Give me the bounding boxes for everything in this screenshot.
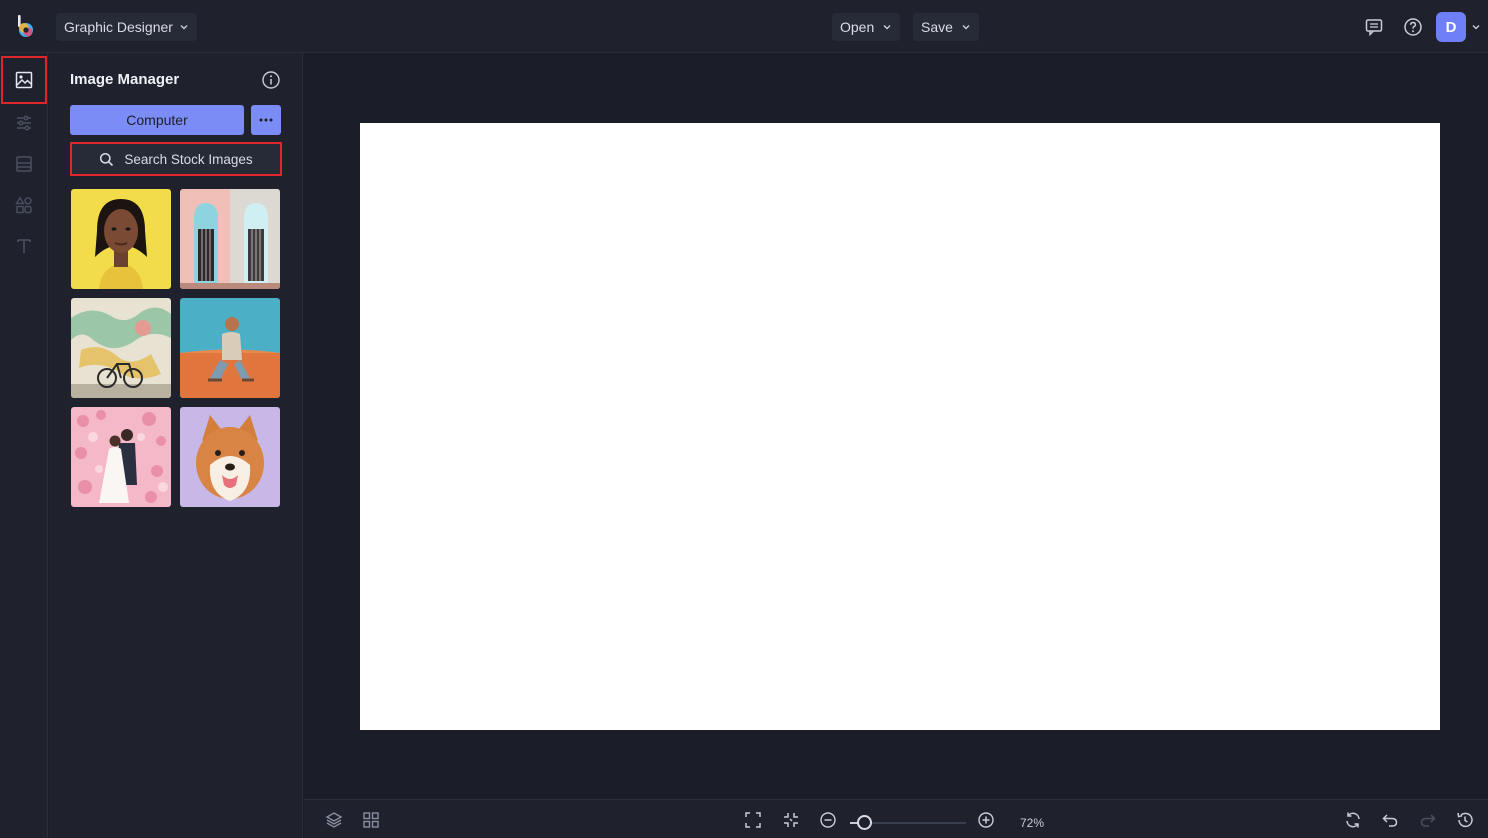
layout-icon [16, 156, 32, 172]
fit-to-screen-icon[interactable] [744, 811, 762, 829]
more-dots-icon [259, 118, 273, 122]
account-chevron-down-icon[interactable] [1471, 22, 1481, 32]
save-label: Save [921, 19, 953, 35]
sliders-icon [17, 115, 31, 131]
workspace [304, 53, 1488, 799]
thumbnail-wedding-couple[interactable] [71, 407, 171, 507]
avatar[interactable]: D [1436, 12, 1466, 42]
history-icon[interactable] [1456, 811, 1474, 829]
zoom-slider[interactable] [850, 815, 966, 830]
image-manager-panel: Image Manager Computer Search Stock Imag… [49, 53, 303, 838]
app-logo-icon[interactable] [12, 13, 38, 41]
rail-item-graphics[interactable] [4, 185, 44, 225]
zoom-level-label[interactable]: 72% [1020, 816, 1044, 830]
open-label: Open [840, 19, 875, 35]
panel-title: Image Manager [70, 71, 180, 88]
chevron-down-icon [962, 25, 970, 30]
rail-item-adjust[interactable] [4, 103, 44, 143]
layers-icon[interactable] [325, 811, 343, 829]
info-icon[interactable] [261, 70, 281, 90]
thumbnail-woman-portrait[interactable] [71, 189, 171, 289]
rail-item-image-manager[interactable] [1, 56, 47, 104]
rail-item-layout[interactable] [4, 144, 44, 184]
more-sources-button[interactable] [251, 105, 281, 135]
top-bar: Graphic Designer Open Save D [0, 0, 1488, 53]
zoom-slider-handle[interactable] [856, 815, 872, 830]
app-switcher-dropdown[interactable]: Graphic Designer [56, 13, 197, 41]
chevron-down-icon [180, 25, 188, 30]
text-icon [17, 239, 31, 253]
zoom-out-icon[interactable] [819, 811, 837, 829]
feedback-icon[interactable] [1361, 14, 1387, 40]
thumbnail-shiba-dog[interactable] [180, 407, 280, 507]
search-icon [100, 152, 114, 166]
redo-icon[interactable] [1419, 811, 1437, 829]
bottom-toolbar: 72% [304, 799, 1488, 838]
thumbnail-mural-bicycle[interactable] [71, 298, 171, 398]
avatar-initial: D [1445, 18, 1457, 36]
zoom-in-icon[interactable] [977, 811, 995, 829]
open-menu-button[interactable]: Open [832, 13, 901, 41]
computer-button-label: Computer [126, 112, 188, 128]
grid-view-icon[interactable] [362, 811, 380, 829]
actual-size-icon[interactable] [782, 811, 800, 829]
design-canvas[interactable] [360, 123, 1440, 730]
search-button-label: Search Stock Images [124, 151, 253, 167]
search-stock-images-button[interactable]: Search Stock Images [70, 142, 282, 176]
thumbnail-pink-building[interactable] [180, 189, 280, 289]
thumbnail-man-on-sand[interactable] [180, 298, 280, 398]
computer-upload-button[interactable]: Computer [70, 105, 244, 135]
save-menu-button[interactable]: Save [913, 13, 979, 41]
image-icon [15, 71, 33, 89]
left-rail [0, 53, 48, 838]
app-switcher-label: Graphic Designer [64, 19, 173, 35]
shapes-icon [15, 196, 32, 214]
rail-item-text[interactable] [4, 226, 44, 266]
help-icon[interactable] [1400, 14, 1426, 40]
undo-icon[interactable] [1381, 811, 1399, 829]
chevron-down-icon [883, 25, 891, 30]
reset-icon[interactable] [1344, 811, 1362, 829]
